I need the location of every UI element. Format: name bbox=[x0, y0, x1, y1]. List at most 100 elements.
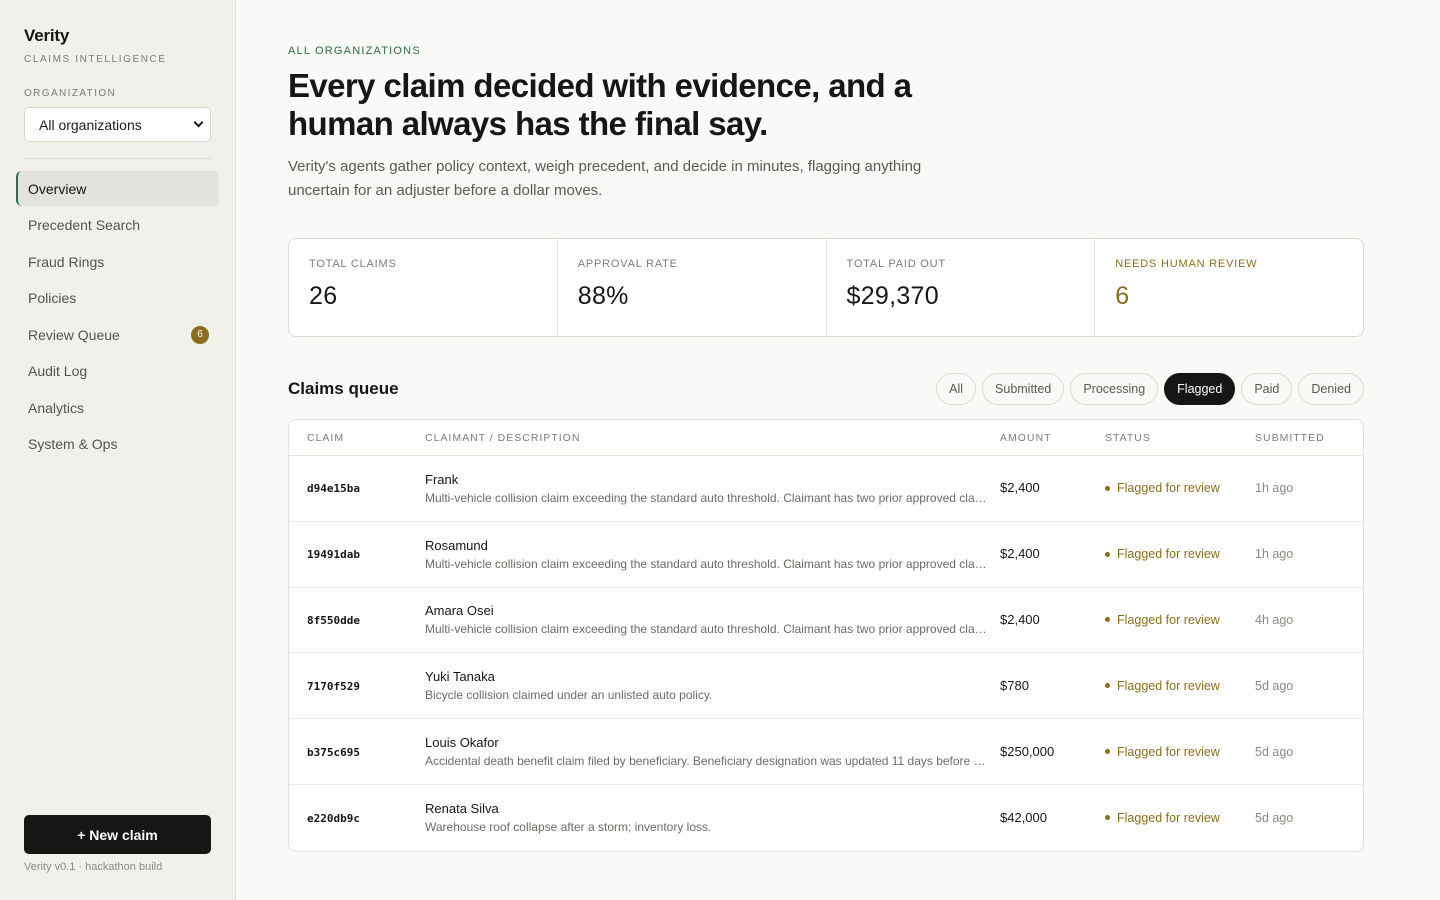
sidebar-item-label: Precedent Search bbox=[28, 217, 141, 233]
status-badge: Flagged for review bbox=[1105, 613, 1255, 627]
sidebar-item-label: Audit Log bbox=[28, 363, 88, 379]
filter-paid[interactable]: Paid bbox=[1241, 373, 1293, 405]
filter-submitted[interactable]: Submitted bbox=[982, 373, 1065, 405]
claim-amount: $250,000 bbox=[1000, 743, 1055, 759]
claimant-name: Amara Osei bbox=[425, 603, 494, 619]
filter-flagged[interactable]: Flagged bbox=[1164, 373, 1236, 405]
column-header-amount: AMOUNT bbox=[1000, 431, 1052, 444]
sidebar-item-overview[interactable]: Overview bbox=[16, 171, 219, 206]
claim-id: e220db9c bbox=[307, 811, 360, 825]
sidebar-item-label: Analytics bbox=[28, 399, 85, 416]
stat-value: 6 bbox=[1115, 282, 1130, 310]
column-header-description: CLAIMANT / DESCRIPTION bbox=[425, 431, 581, 444]
table-row[interactable]: d94e15ba Frank Multi-vehicle collision cla… bbox=[289, 456, 1363, 522]
new-claim-button[interactable]: + New claim bbox=[24, 815, 211, 854]
claim-amount: $2,400 bbox=[1000, 480, 1040, 496]
submitted-time: 1h ago bbox=[1255, 547, 1294, 562]
submitted-time: 5d ago bbox=[1255, 810, 1294, 825]
review-count-badge: 6 bbox=[191, 325, 209, 344]
claims-queue-title: Claims queue bbox=[288, 379, 399, 398]
amount-cell: $2,400 bbox=[1000, 545, 1105, 563]
claim-description: Bicycle collision claimed under an unlis… bbox=[425, 688, 713, 703]
claimant-cell: Amara Osei Multi-vehicle collision claim … bbox=[425, 603, 1000, 636]
claim-id: b375c695 bbox=[307, 745, 360, 759]
claim-id-cell: 7170f529 bbox=[289, 677, 425, 695]
brand-name: Verity bbox=[24, 26, 70, 45]
claimant-name: Renata Silva bbox=[425, 801, 499, 817]
stat-needs-human-review: NEEDS HUMAN REVIEW 6 bbox=[1095, 239, 1363, 336]
status-dot-icon bbox=[1105, 683, 1110, 689]
stat-label: TOTAL PAID OUT bbox=[846, 258, 946, 270]
amount-cell: $42,000 bbox=[1000, 809, 1105, 827]
submitted-time: 1h ago bbox=[1255, 481, 1294, 496]
sidebar-item-policies[interactable]: Policies bbox=[16, 281, 219, 316]
table-row[interactable]: 19491dab Rosamund Multi-vehicle collision … bbox=[289, 522, 1363, 588]
sidebar: Verity CLAIMS INTELLIGENCE ORGANIZATION … bbox=[0, 0, 236, 900]
claim-id: 7170f529 bbox=[307, 679, 360, 693]
filter-all[interactable]: All bbox=[936, 373, 977, 405]
claim-id: 19491dab bbox=[307, 548, 360, 562]
sidebar-nav: Overview Precedent Search Fraud Rings Po… bbox=[16, 171, 219, 462]
amount-cell: $250,000 bbox=[1000, 743, 1105, 761]
sidebar-item-system-ops[interactable]: System & Ops bbox=[16, 427, 219, 462]
status-text: Flagged for review bbox=[1117, 481, 1220, 496]
status-cell: Flagged for review bbox=[1105, 811, 1255, 825]
claimant-name: Frank bbox=[425, 471, 459, 487]
stat-value: $29,370 bbox=[846, 282, 939, 310]
submitted-cell: 1h ago bbox=[1255, 545, 1363, 563]
status-cell: Flagged for review bbox=[1105, 547, 1255, 561]
table-row[interactable]: 8f550dde Amara Osei Multi-vehicle collisio… bbox=[289, 588, 1363, 654]
status-text: Flagged for review bbox=[1117, 547, 1220, 562]
claim-amount: $42,000 bbox=[1000, 809, 1047, 825]
claim-amount: $780 bbox=[1000, 677, 1029, 693]
organization-label: ORGANIZATION bbox=[24, 88, 117, 99]
sidebar-item-label: Policies bbox=[28, 290, 77, 306]
claim-id-cell: 19491dab bbox=[289, 545, 425, 563]
table-row[interactable]: e220db9c Renata Silva Warehouse roof colla… bbox=[289, 785, 1363, 851]
sidebar-item-audit-log[interactable]: Audit Log bbox=[16, 354, 219, 389]
status-badge: Flagged for review bbox=[1105, 745, 1255, 759]
claim-amount: $2,400 bbox=[1000, 546, 1040, 562]
claimant-cell: Yuki Tanaka Bicycle collision claimed und… bbox=[425, 669, 1000, 702]
filter-processing[interactable]: Processing bbox=[1070, 373, 1159, 405]
status-text: Flagged for review bbox=[1117, 612, 1220, 627]
claimant-name: Yuki Tanaka bbox=[425, 669, 495, 685]
sidebar-item-fraud-rings[interactable]: Fraud Rings bbox=[16, 244, 219, 279]
sidebar-item-precedent-search[interactable]: Precedent Search bbox=[16, 208, 219, 243]
organization-select[interactable]: All organizations bbox=[24, 107, 211, 142]
table-row[interactable]: b375c695 Louis Okafor Accidental death ben… bbox=[289, 719, 1363, 785]
stat-total-paid-out: TOTAL PAID OUT $29,370 bbox=[827, 239, 1096, 336]
claims-queue-header: Claims queue All Submitted Processing Fl… bbox=[288, 373, 1364, 405]
amount-cell: $2,400 bbox=[1000, 479, 1105, 497]
status-dot-icon bbox=[1105, 551, 1110, 557]
stat-value: 26 bbox=[309, 282, 338, 310]
sidebar-item-label: Overview bbox=[28, 180, 87, 197]
submitted-time: 5d ago bbox=[1255, 744, 1294, 759]
filter-denied[interactable]: Denied bbox=[1298, 373, 1364, 405]
chevron-down-icon bbox=[193, 117, 204, 128]
stat-label: TOTAL CLAIMS bbox=[309, 258, 397, 270]
page-eyebrow: ALL ORGANIZATIONS bbox=[288, 45, 421, 57]
status-dot-icon bbox=[1105, 485, 1110, 491]
version-label: Verity v0.1 · hackathon build bbox=[24, 861, 163, 873]
status-dot-icon bbox=[1105, 749, 1110, 755]
stat-label: NEEDS HUMAN REVIEW bbox=[1115, 258, 1258, 270]
stat-value: 88% bbox=[577, 282, 629, 310]
table-row[interactable]: 7170f529 Yuki Tanaka Bicycle collision cla… bbox=[289, 653, 1363, 720]
amount-cell: $2,400 bbox=[1000, 611, 1105, 629]
submitted-time: 4h ago bbox=[1255, 612, 1294, 627]
sidebar-item-review-queue[interactable]: Review Queue 6 bbox=[16, 317, 219, 352]
sidebar-item-analytics[interactable]: Analytics bbox=[16, 390, 219, 425]
sidebar-item-label: Review Queue bbox=[28, 326, 120, 343]
sidebar-divider bbox=[24, 158, 211, 159]
status-cell: Flagged for review bbox=[1105, 679, 1255, 693]
submitted-cell: 5d ago bbox=[1255, 809, 1363, 827]
stat-total-claims: TOTAL CLAIMS 26 bbox=[289, 239, 558, 336]
organization-select-value: All organizations bbox=[39, 116, 142, 133]
status-badge: Flagged for review bbox=[1105, 481, 1255, 495]
status-cell: Flagged for review bbox=[1105, 481, 1255, 495]
table-body: d94e15ba Frank Multi-vehicle collision cla… bbox=[289, 456, 1363, 851]
claim-id-cell: b375c695 bbox=[289, 743, 425, 761]
amount-cell: $780 bbox=[1000, 677, 1105, 695]
claim-description: Multi-vehicle collision claim exceeding … bbox=[425, 490, 988, 505]
